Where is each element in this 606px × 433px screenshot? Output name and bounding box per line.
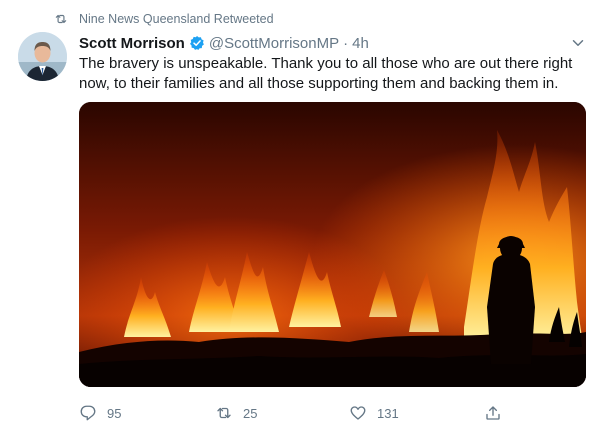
tweet-header: Scott Morrison @ScottMorrisonMP · 4h bbox=[79, 33, 369, 53]
tweet-text: The bravery is unspeakable. Thank you to… bbox=[79, 55, 573, 92]
heart-icon bbox=[350, 406, 366, 420]
retweet-count: 25 bbox=[243, 405, 258, 421]
bushfire-photo bbox=[79, 102, 586, 387]
avatar-image bbox=[18, 32, 67, 81]
tweet-image[interactable] bbox=[79, 102, 586, 387]
retweet-context-text[interactable]: Nine News Queensland Retweeted bbox=[79, 12, 274, 26]
tweet-actions: 95 25 131 bbox=[79, 402, 509, 424]
reply-count: 95 bbox=[107, 405, 122, 421]
tweet[interactable]: Nine News Queensland Retweeted Scott Mor… bbox=[0, 0, 606, 433]
retweet-button[interactable]: 25 bbox=[215, 402, 257, 424]
reply-icon bbox=[80, 405, 96, 421]
avatar[interactable] bbox=[18, 32, 67, 81]
chevron-down-icon[interactable] bbox=[569, 34, 587, 52]
like-count: 131 bbox=[377, 405, 399, 421]
verified-badge-icon bbox=[189, 36, 204, 50]
separator-dot: · bbox=[343, 34, 349, 52]
share-icon bbox=[486, 406, 500, 420]
author-handle[interactable]: @ScottMorrisonMP bbox=[209, 35, 339, 52]
retweet-context: Nine News Queensland Retweeted bbox=[54, 11, 274, 27]
retweet-icon bbox=[55, 14, 67, 24]
like-button[interactable]: 131 bbox=[349, 402, 399, 424]
tweet-timestamp[interactable]: 4h bbox=[352, 35, 369, 52]
reply-button[interactable]: 95 bbox=[79, 402, 121, 424]
author-name[interactable]: Scott Morrison bbox=[79, 35, 185, 52]
retweet-icon bbox=[217, 407, 231, 419]
share-button[interactable] bbox=[484, 402, 512, 424]
